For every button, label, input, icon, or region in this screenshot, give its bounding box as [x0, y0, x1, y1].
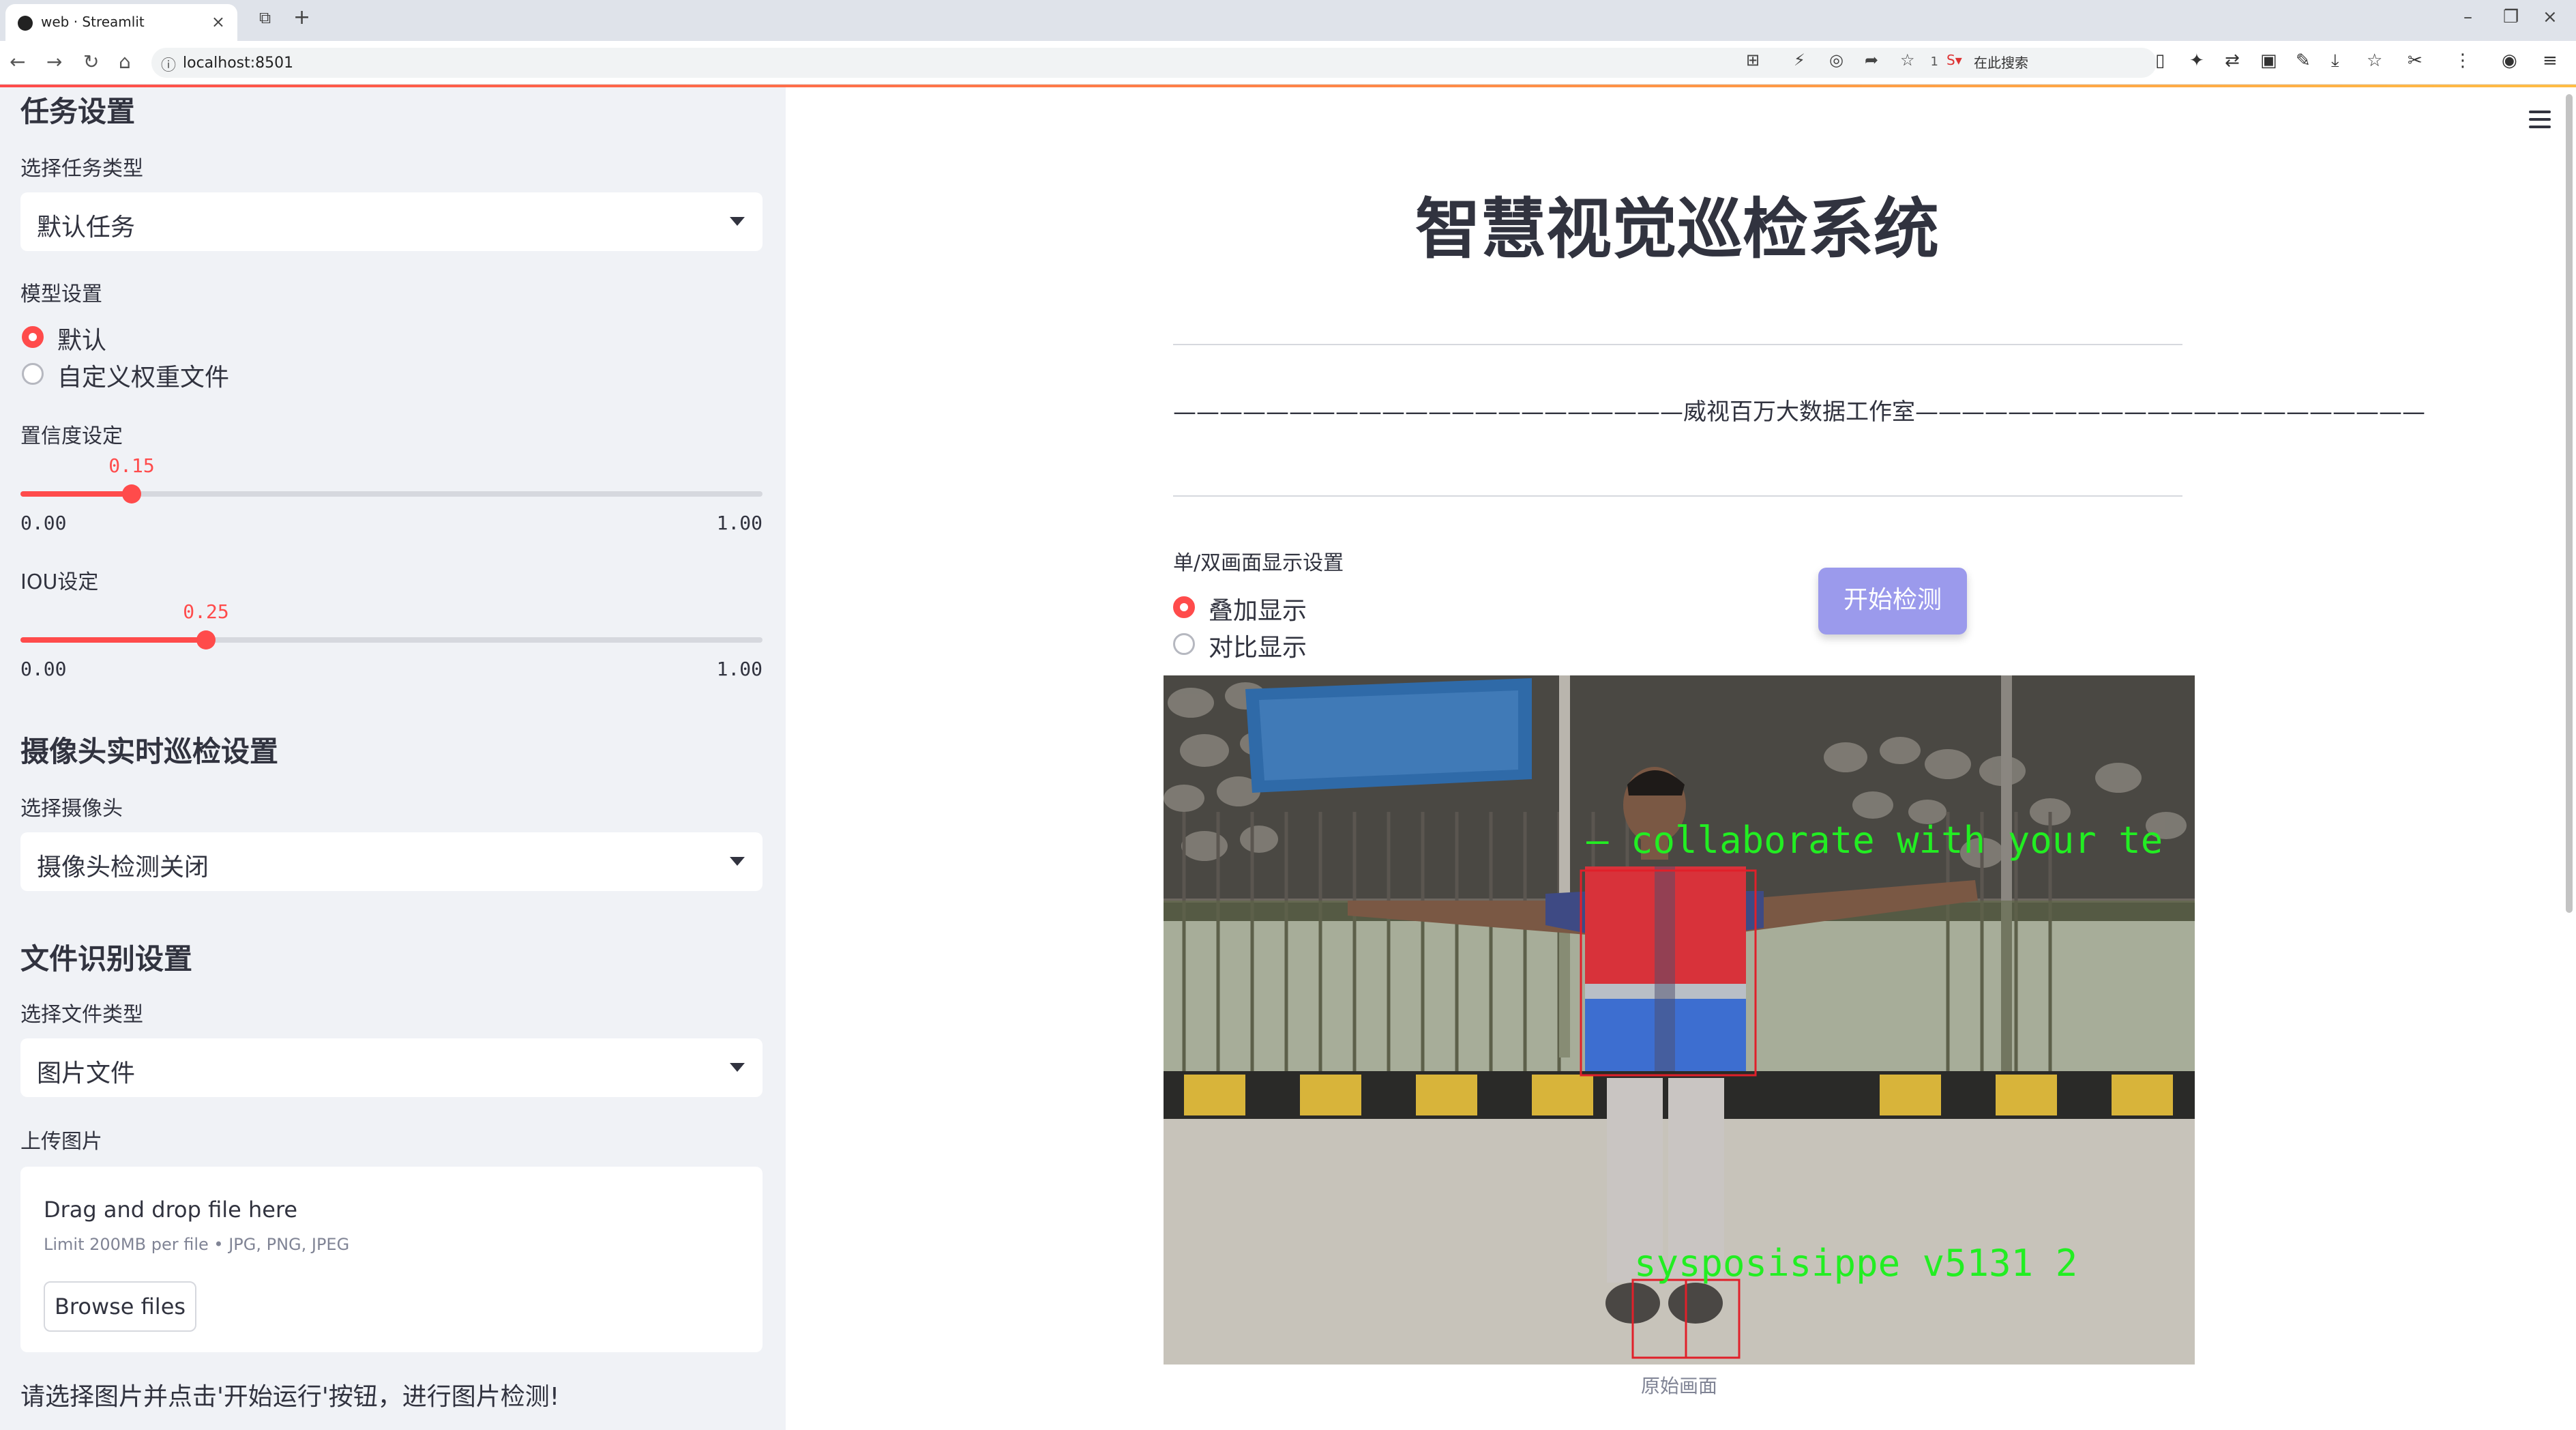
search-engine-box[interactable]: S▾ 在此搜索	[1937, 48, 2142, 72]
file-type-select[interactable]: 图片文件	[20, 1038, 763, 1097]
download-icon[interactable]: ⤓	[2331, 50, 2339, 72]
display-mode-label: 单/双画面显示设置	[1173, 551, 1344, 575]
extension-icon[interactable]: ✦	[2189, 50, 2204, 71]
confidence-slider[interactable]: 0.15 0.00 1.00	[20, 454, 763, 534]
task-type-label: 选择任务类型	[20, 157, 143, 181]
detection-image: — collaborate with your te sysposisippe …	[1164, 675, 2195, 1365]
draw-icon[interactable]: ✎	[2296, 50, 2311, 71]
window-close-icon[interactable]: ×	[2543, 7, 2558, 27]
slider-min: 0.00	[20, 658, 67, 680]
confidence-label: 置信度设定	[20, 424, 123, 448]
file-settings-heading: 文件识别设置	[20, 942, 193, 976]
reload-icon[interactable]: ↻	[83, 50, 99, 73]
slider-max: 1.00	[716, 658, 763, 680]
dropzone-limit: Limit 200MB per file • JPG, PNG, JPEG	[44, 1235, 350, 1254]
restore-icon[interactable]: ❐	[2503, 7, 2519, 27]
url-text: localhost:8501	[183, 55, 294, 72]
lightning-icon[interactable]: ⚡	[1794, 50, 1805, 70]
model-settings-label: 模型设置	[20, 282, 102, 306]
divider	[1173, 495, 2182, 497]
page-title: 智慧视觉巡检系统	[1415, 191, 1939, 267]
overlay-text-top: — collaborate with your te	[1586, 819, 2163, 862]
radio-label: 对比显示	[1209, 634, 1307, 662]
sidebar: 任务设置 选择任务类型 默认任务 模型设置 默认 自定义权重文件 置信度设定 0…	[0, 87, 786, 1430]
radio-selected-icon	[1173, 596, 1195, 618]
divider	[1173, 344, 2182, 345]
new-tab-icon[interactable]: +	[293, 5, 310, 29]
chevron-down-icon	[730, 857, 745, 866]
chevron-down-icon	[730, 217, 745, 226]
site-info-icon[interactable]: ⓘ	[161, 53, 176, 75]
collections-icon[interactable]: ▣	[2260, 50, 2277, 71]
file-type-label: 选择文件类型	[20, 1003, 143, 1027]
browse-files-button[interactable]: Browse files	[44, 1281, 196, 1332]
slider-thumb[interactable]	[122, 484, 141, 504]
profile-avatar-icon[interactable]: ◉	[2502, 50, 2517, 71]
browser-tab-bar: web · Streamlit × ⧉ + – ❐ ×	[0, 0, 2576, 41]
slider-thumb[interactable]	[196, 630, 216, 650]
reading-mode-icon[interactable]: ▯	[2155, 50, 2165, 71]
radio-unselected-icon	[1173, 633, 1195, 655]
camera-settings-heading: 摄像头实时巡检设置	[20, 735, 279, 768]
tab-group-icon[interactable]: ⧉	[259, 8, 271, 27]
translate-icon[interactable]: ⊞	[1746, 50, 1760, 70]
image-caption: 原始画面	[1640, 1375, 1717, 1397]
camera-select[interactable]: 摄像头检测关闭	[20, 832, 763, 891]
upload-label: 上传图片	[20, 1130, 102, 1154]
iou-slider[interactable]: 0.25 0.00 1.00	[20, 600, 763, 680]
slider-value: 0.25	[183, 600, 229, 623]
camera-label: 选择摄像头	[20, 797, 123, 821]
task-settings-heading: 任务设置	[20, 95, 136, 128]
iou-label: IOU设定	[20, 570, 99, 594]
task-type-value: 默认任务	[37, 214, 136, 242]
task-type-select[interactable]: 默认任务	[20, 192, 763, 251]
radio-label: 默认	[57, 327, 107, 355]
hamburger-menu-icon[interactable]	[2529, 111, 2551, 133]
camera-value: 摄像头检测关闭	[37, 853, 209, 881]
search-engine-icon[interactable]: S▾	[1946, 52, 1962, 68]
dropzone-title: Drag and drop file here	[44, 1197, 298, 1223]
back-icon[interactable]: ←	[10, 50, 25, 73]
minimize-icon[interactable]: –	[2463, 7, 2472, 27]
browser-tab[interactable]: web · Streamlit ×	[5, 4, 237, 41]
search-placeholder: 在此搜索	[1974, 55, 2028, 71]
browser-menu-icon[interactable]: ≡	[2543, 50, 2558, 71]
start-detection-button[interactable]: 开始检测	[1818, 568, 1967, 634]
url-field[interactable]: ⓘ localhost:8501 140%	[151, 48, 2157, 78]
sidebar-hint: 请选择图片并点击'开始运行'按钮，进行图片检测!	[20, 1383, 560, 1411]
slider-fill	[20, 637, 206, 643]
bookmark-star-icon[interactable]: ☆	[1900, 50, 1915, 70]
forward-icon[interactable]: →	[46, 50, 62, 73]
sync-icon[interactable]: ⇄	[2225, 50, 2240, 71]
tab-close-icon[interactable]: ×	[211, 12, 225, 31]
file-dropzone[interactable]: Drag and drop file here Limit 200MB per …	[20, 1167, 763, 1352]
radio-selected-icon	[22, 326, 44, 348]
tab-title: web · Streamlit	[41, 14, 145, 30]
screenshot-icon[interactable]: ◎	[1829, 50, 1844, 70]
slider-min: 0.00	[20, 512, 67, 534]
overlay-text-bottom: sysposisippe v5131 2	[1634, 1242, 2078, 1285]
cut-icon[interactable]: ✂	[2408, 50, 2423, 71]
main-content: 智慧视觉巡检系统 ——————————————————————威视百万大数据工作…	[786, 87, 2576, 1430]
more-icon[interactable]: ⋮	[2454, 50, 2472, 71]
chevron-down-icon	[730, 1063, 745, 1072]
slider-value: 0.15	[108, 454, 155, 477]
file-type-value: 图片文件	[37, 1060, 136, 1088]
slider-fill	[20, 491, 132, 497]
favorites-icon[interactable]: ☆	[2367, 50, 2382, 71]
home-icon[interactable]: ⌂	[119, 50, 131, 73]
radio-unselected-icon	[22, 363, 44, 385]
radio-label: 自定义权重文件	[57, 364, 230, 392]
slider-max: 1.00	[716, 512, 763, 534]
radio-label: 叠加显示	[1209, 597, 1307, 625]
streamlit-favicon-icon	[18, 16, 33, 31]
studio-banner: ——————————————————————威视百万大数据工作室————————…	[1173, 398, 2425, 426]
share-icon[interactable]: ➦	[1865, 50, 1878, 70]
